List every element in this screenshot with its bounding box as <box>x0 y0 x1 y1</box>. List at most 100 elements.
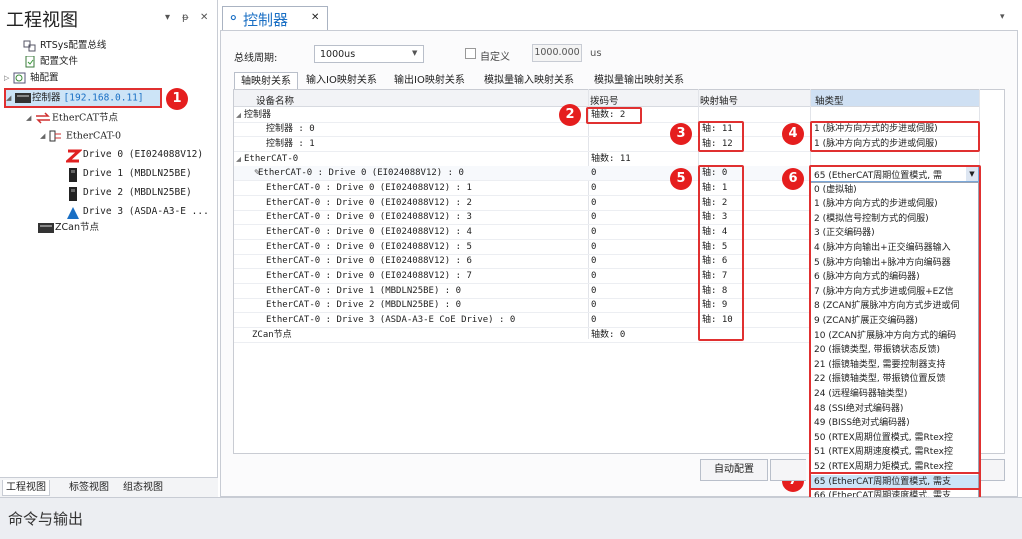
unit-label: us <box>590 48 602 59</box>
drive-z-icon <box>64 149 83 162</box>
tab-input-io-mapping[interactable]: 输入IO映射关系 <box>306 72 377 90</box>
tree-item-ethercat-node[interactable]: ◢ EtherCAT节点 <box>26 110 118 126</box>
dip-code-cell: 0 <box>591 212 597 222</box>
tree-item-drive-2[interactable]: Drive 2 (MBDLN25BE) <box>66 185 192 201</box>
bus-cycle-label: 总线周期: <box>234 53 278 64</box>
device-name-cell: EtherCAT-0 : Drive 0 (EI024088V12) : 2 <box>266 198 472 208</box>
highlight-controller-axes <box>698 121 744 152</box>
device-name-cell: EtherCAT-0 : Drive 0 (EI024088V12) : 0 <box>258 168 464 178</box>
dip-code-cell: 0 <box>591 271 597 281</box>
highlight-controller-types <box>810 121 980 152</box>
tab-controller[interactable]: ⚬ 控制器 ✕ <box>222 6 328 30</box>
collapse-icon[interactable]: ◢ <box>6 90 15 106</box>
tree-item-zcan[interactable]: ZCan节点 <box>38 220 99 236</box>
panel-title: 命令与输出 <box>8 510 84 528</box>
device-name-cell: EtherCAT-0 : Drive 0 (EI024088V12) : 4 <box>266 227 472 237</box>
close-tab-icon[interactable]: ✕ <box>311 12 319 23</box>
tab-output-io-mapping[interactable]: 输出IO映射关系 <box>394 72 465 90</box>
panel-menu-icon[interactable]: ▾ <box>165 12 170 23</box>
header-device-name[interactable]: 设备名称 <box>256 93 294 107</box>
custom-label: 自定义 <box>480 52 510 63</box>
tab-analog-input-mapping[interactable]: 模拟量输入映射关系 <box>484 72 574 90</box>
device-name-cell: ZCan节点 <box>252 330 292 340</box>
device-name-cell: 控制器 <box>244 110 272 120</box>
left-bottom-tabs: 工程视图 标签视图 组态视图 <box>0 477 218 497</box>
tree-label: RTSys配置总线 <box>40 40 107 51</box>
tree-label: EtherCAT-0 <box>66 130 122 142</box>
collapse-icon[interactable]: ◢ <box>236 108 241 123</box>
delta-drive-icon <box>66 206 80 219</box>
tree-item-drive-0[interactable]: Drive 0 (EI024088V12) <box>64 147 204 163</box>
tab-axis-mapping[interactable]: 轴映射关系 <box>234 72 298 90</box>
header-dip-code[interactable]: 拨码号 <box>590 93 619 107</box>
tree-item-controller[interactable]: ◢ 控制器 [192.168.0.11] <box>4 88 162 108</box>
tab-tag-view[interactable]: 标签视图 <box>66 480 112 496</box>
highlight-axis-count <box>586 107 642 124</box>
badge-4: 4 <box>782 123 804 145</box>
device-name-cell: EtherCAT-0 <box>244 154 299 164</box>
secondary-button-edge[interactable] <box>981 459 1005 481</box>
dip-code-cell: 轴数: 11 <box>591 154 631 164</box>
expand-icon[interactable]: ▷ <box>4 70 13 86</box>
header-axis-type[interactable]: 轴类型 <box>815 93 844 107</box>
controller-icon <box>15 92 31 104</box>
badge-3: 3 <box>670 123 692 145</box>
tree-item-axis-config[interactable]: ▷ 轴配置 <box>4 70 59 86</box>
ethercat-icon <box>35 112 50 124</box>
file-icon <box>23 55 37 68</box>
dip-code-cell: 0 <box>591 315 597 325</box>
device-name-cell: 控制器 : 0 <box>266 124 315 134</box>
secondary-button[interactable] <box>770 459 806 481</box>
custom-cycle-input[interactable]: 1000.000 <box>532 44 582 62</box>
device-name-cell: EtherCAT-0 : Drive 1 (MBDLN25BE) : 0 <box>266 286 462 296</box>
dip-code-cell: 0 <box>591 300 597 310</box>
tree-label: EtherCAT节点 <box>52 112 118 124</box>
custom-checkbox[interactable] <box>465 48 476 59</box>
highlight-option-65 <box>809 472 981 490</box>
chevron-down-icon: ▼ <box>412 49 418 57</box>
tree-label: Drive 3 (ASDA-A3-E ... <box>83 206 209 217</box>
zcan-icon <box>38 222 54 234</box>
device-name-cell: EtherCAT-0 : Drive 0 (EI024088V12) : 3 <box>266 212 472 222</box>
command-output-panel: 命令与输出 <box>0 497 1022 539</box>
device-name-cell: EtherCAT-0 : Drive 0 (EI024088V12) : 6 <box>266 256 472 266</box>
tab-analog-output-mapping[interactable]: 模拟量输出映射关系 <box>594 72 684 90</box>
bus-cycle-value: 1000us <box>320 49 356 60</box>
badge-5: 5 <box>670 168 692 190</box>
bus-cycle-select[interactable]: 1000us ▼ <box>314 45 424 63</box>
panel-title: 工程视图 <box>6 10 78 31</box>
dip-code-cell: 0 <box>591 198 597 208</box>
tab-list-icon[interactable]: ▾ <box>1000 12 1005 22</box>
tab-title: 控制器 <box>243 11 289 29</box>
tree-item-rtsys-bus[interactable]: RTSys配置总线 <box>14 38 106 54</box>
servo-drive-icon <box>66 167 80 182</box>
close-icon[interactable]: ✕ <box>200 12 208 23</box>
pin-icon[interactable]: ᵽ <box>182 12 189 23</box>
dip-code-cell: 0 <box>591 286 597 296</box>
tab-project-view[interactable]: 工程视图 <box>2 480 50 496</box>
highlight-ethercat-axes <box>698 165 744 341</box>
tree-label: Drive 0 (EI024088V12) <box>83 149 204 160</box>
badge-6: 6 <box>782 168 804 190</box>
servo-drive-icon <box>66 186 80 201</box>
axis-config-icon <box>13 72 27 84</box>
device-name-cell: EtherCAT-0 : Drive 0 (EI024088V12) : 1 <box>266 183 472 193</box>
dip-code-cell: 轴数: 0 <box>591 330 626 340</box>
auto-config-button[interactable]: 自动配置 <box>700 459 768 481</box>
tree-label: Drive 2 (MBDLN25BE) <box>83 187 192 198</box>
tree-item-config-file[interactable]: 配置文件 <box>14 54 78 70</box>
tree-item-ethercat-0[interactable]: ◢ EtherCAT-0 <box>40 128 121 144</box>
tree-item-drive-3[interactable]: Drive 3 (ASDA-A3-E ... <box>66 204 209 220</box>
dip-code-cell: 0 <box>591 256 597 266</box>
device-name-cell: EtherCAT-0 : Drive 2 (MBDLN25BE) : 0 <box>266 300 462 310</box>
tree-item-drive-1[interactable]: Drive 1 (MBDLN25BE) <box>66 166 192 182</box>
tab-config-view[interactable]: 组态视图 <box>120 480 166 496</box>
tree-label: ZCan节点 <box>55 222 99 233</box>
tree-label: 轴配置 <box>30 72 59 84</box>
tree-label: 控制器 <box>32 92 61 104</box>
header-mapped-axis[interactable]: 映射轴号 <box>700 93 738 107</box>
collapse-icon[interactable]: ◢ <box>236 152 241 167</box>
project-view-panel: 工程视图 ▾ ᵽ ✕ RTSys配置总线 配置文件 ▷ 轴配置 ◢ 控制器 [192… <box>0 0 218 497</box>
controller-ip: [192.168.0.11] <box>63 92 144 104</box>
bus-config-icon <box>23 40 37 52</box>
